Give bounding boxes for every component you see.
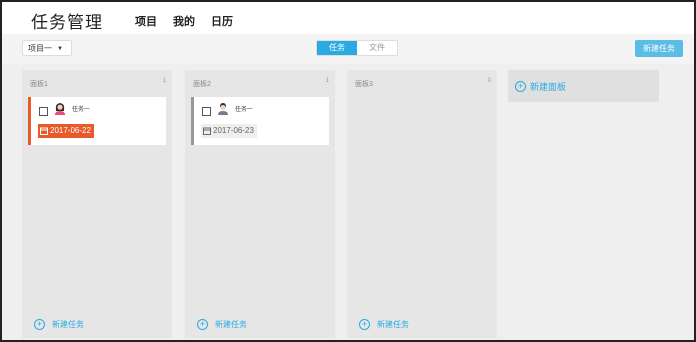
- due-date: 2017-06-22: [50, 126, 91, 135]
- female-avatar-icon: [55, 103, 65, 115]
- column-header: 面板3 0: [347, 70, 497, 96]
- board-column-2: 面板2 1 任务一 2017-06-23 + 新建任务: [185, 70, 335, 338]
- new-task-link-label: 新建任务: [52, 320, 84, 329]
- column-count: 1: [162, 78, 166, 84]
- plus-circle-icon: +: [359, 319, 370, 330]
- calendar-icon: [203, 127, 211, 135]
- plus-circle-icon: +: [515, 80, 526, 92]
- nav-item-projects[interactable]: 项目: [135, 13, 157, 29]
- board-column-3: 面板3 0 + 新建任务: [347, 70, 497, 338]
- plus-circle-icon: +: [34, 319, 45, 330]
- new-board-button[interactable]: + 新建面板: [508, 70, 659, 102]
- new-task-link-label: 新建任务: [215, 320, 247, 329]
- task-checkbox[interactable]: [202, 107, 211, 116]
- new-task-link-label: 新建任务: [377, 320, 409, 329]
- task-assignee: 任务一: [72, 107, 91, 113]
- due-date: 2017-06-23: [213, 126, 254, 135]
- nav-item-calendar[interactable]: 日历: [211, 13, 233, 29]
- column-title: 面板2: [193, 81, 211, 88]
- task-card[interactable]: 任务一 2017-06-22: [28, 97, 166, 145]
- new-board-label: 新建面板: [530, 81, 567, 92]
- tab-files[interactable]: 文件: [357, 41, 397, 55]
- app-window: 任务管理 项目 我的 日历 项目一 ▼ 任务 文件 新建任务 面板1 1 任务一…: [0, 0, 696, 342]
- column-header: 面板2 1: [185, 70, 335, 96]
- kanban-board: 面板1 1 任务一 2017-06-22 + 新建任务 面板2 1 任务一 20…: [2, 64, 694, 340]
- project-select-value: 项目一: [28, 44, 52, 53]
- new-task-button[interactable]: 新建任务: [635, 40, 683, 57]
- column-title: 面板1: [30, 81, 48, 88]
- nav-item-mine[interactable]: 我的: [173, 13, 195, 29]
- task-card[interactable]: 任务一 2017-06-23: [191, 97, 329, 145]
- task-checkbox[interactable]: [39, 107, 48, 116]
- new-task-link[interactable]: + 新建任务: [34, 319, 84, 330]
- view-toggle: 任务 文件: [316, 40, 398, 56]
- new-task-link[interactable]: + 新建任务: [359, 319, 409, 330]
- tab-tasks[interactable]: 任务: [317, 41, 357, 55]
- due-date-tag: 2017-06-22: [38, 124, 94, 138]
- caret-down-icon: ▼: [57, 46, 63, 52]
- due-date-tag: 2017-06-23: [201, 124, 257, 138]
- column-count: 1: [325, 78, 329, 84]
- calendar-icon: [40, 127, 48, 135]
- board-column-1: 面板1 1 任务一 2017-06-22 + 新建任务: [22, 70, 172, 338]
- toolbar: 项目一 ▼ 任务 文件 新建任务: [2, 34, 694, 64]
- plus-circle-icon: +: [197, 319, 208, 330]
- column-title: 面板3: [355, 81, 373, 88]
- app-title: 任务管理: [31, 13, 103, 32]
- male-avatar-icon: [218, 103, 228, 115]
- column-count: 0: [487, 78, 491, 84]
- project-select[interactable]: 项目一 ▼: [22, 40, 72, 56]
- top-bar: 任务管理 项目 我的 日历: [2, 2, 694, 34]
- task-assignee: 任务一: [235, 107, 254, 113]
- new-task-link[interactable]: + 新建任务: [197, 319, 247, 330]
- column-header: 面板1 1: [22, 70, 172, 96]
